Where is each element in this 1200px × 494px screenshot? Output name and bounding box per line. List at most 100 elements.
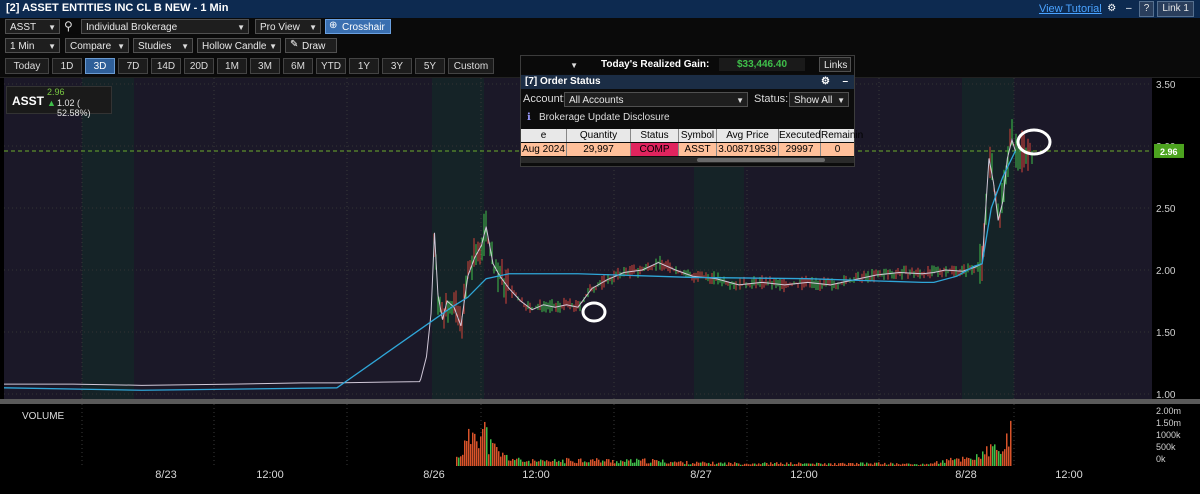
search-icon[interactable]: ⚲	[64, 19, 73, 33]
volume-bar	[580, 458, 582, 466]
range-tab-7d[interactable]: 7D	[118, 58, 148, 74]
range-tab-today[interactable]: Today	[5, 58, 49, 74]
volume-bar	[566, 457, 568, 466]
volume-bar	[488, 454, 490, 466]
settings-icon[interactable]: ⚙	[1105, 2, 1119, 16]
volume-bar	[486, 427, 488, 466]
interval-select[interactable]: 1 Min	[5, 38, 60, 54]
table-cell: 29997	[779, 143, 821, 156]
y-tick-label: 1.50	[1156, 328, 1176, 339]
quote-change: 1.02 ( 52.58%)	[57, 98, 91, 118]
range-tab-6m[interactable]: 6M	[283, 58, 313, 74]
col-header[interactable]: Remainin	[821, 129, 863, 142]
col-header[interactable]: Quantity	[567, 129, 631, 142]
range-tab-1m[interactable]: 1M	[217, 58, 247, 74]
settings-icon[interactable]: ⚙	[821, 75, 830, 89]
table-scrollbar[interactable]	[521, 157, 854, 163]
volume-bar	[978, 457, 980, 466]
account-select[interactable]: Individual Brokerage	[81, 19, 249, 35]
range-tab-1d[interactable]: 1D	[52, 58, 82, 74]
volume-chart[interactable]: 2.00m 1.50m 1000k 500k 0k	[4, 404, 1196, 466]
table-cell: 0	[821, 143, 854, 156]
minimize-icon[interactable]: –	[842, 75, 848, 89]
volume-bar	[478, 448, 480, 466]
window-title-bar: [2] ASSET ENTITIES INC CL B NEW - 1 Min …	[0, 0, 1200, 19]
x-tick-label: 8/27	[690, 469, 711, 481]
col-header[interactable]: Executed	[779, 129, 821, 142]
view-select[interactable]: Pro View	[255, 19, 321, 35]
volume-bar	[956, 458, 958, 466]
session-band	[349, 78, 432, 400]
col-header[interactable]: e	[521, 129, 567, 142]
volume-bar	[992, 446, 994, 466]
symbol-input[interactable]: ASST	[5, 19, 60, 35]
volume-bar	[652, 458, 654, 466]
table-cell: ASST	[679, 143, 717, 156]
scrollbar-thumb[interactable]	[697, 158, 825, 162]
volume-bar	[970, 458, 972, 466]
volume-bar	[946, 459, 948, 466]
volume-label: VOLUME	[22, 411, 65, 422]
volume-bar	[966, 457, 968, 466]
volume-bar	[1002, 451, 1004, 466]
window-title: [2] ASSET ENTITIES INC CL B NEW - 1 Min	[6, 2, 229, 14]
table-cell: Aug 2024	[521, 143, 567, 156]
volume-bar	[496, 447, 498, 466]
order-account-select[interactable]: All Accounts	[564, 92, 748, 108]
compare-select[interactable]: Compare	[65, 38, 129, 54]
realized-label: Today's Realized Gain:	[601, 59, 710, 70]
volume-bar	[642, 458, 644, 466]
volume-bar	[470, 444, 472, 466]
volume-bar	[630, 459, 632, 466]
volume-bar	[996, 449, 998, 466]
volume-bar	[998, 451, 1000, 466]
range-tab-1y[interactable]: 1Y	[349, 58, 379, 74]
range-tab-14d[interactable]: 14D	[151, 58, 181, 74]
volume-bar	[490, 439, 492, 466]
table-cell: 3.008719539	[717, 143, 779, 156]
range-tab-3y[interactable]: 3Y	[382, 58, 412, 74]
col-header[interactable]: Avg Price	[717, 129, 779, 142]
volume-bar	[1006, 433, 1008, 466]
volume-bar	[968, 457, 970, 466]
range-tab-custom[interactable]: Custom	[448, 58, 494, 74]
status-select[interactable]: Show All	[789, 92, 849, 108]
info-icon: ℹ	[527, 112, 531, 123]
x-tick-label: 8/26	[423, 469, 444, 481]
volume-bar	[984, 454, 986, 466]
range-tab-5y[interactable]: 5Y	[415, 58, 445, 74]
disclosure-link[interactable]: Brokerage Update Disclosure	[539, 112, 670, 123]
range-tab-20d[interactable]: 20D	[184, 58, 214, 74]
view-tutorial-link[interactable]: View Tutorial	[1039, 3, 1102, 15]
volume-bar	[498, 451, 500, 466]
y-tick-label: 2.00	[1156, 266, 1176, 277]
session-band	[1014, 78, 1152, 400]
range-tab-ytd[interactable]: YTD	[316, 58, 346, 74]
volume-bar	[492, 442, 494, 466]
volume-bar	[1010, 420, 1012, 466]
volume-bar	[958, 458, 960, 466]
minimize-icon[interactable]: –	[1122, 2, 1136, 16]
session-band	[134, 78, 216, 400]
link-button[interactable]: Link 1	[1157, 1, 1194, 17]
candle-type-select[interactable]: Hollow Candle	[197, 38, 281, 54]
volume-bar	[962, 456, 964, 466]
volume-bar	[636, 458, 638, 466]
volume-bar	[988, 456, 990, 466]
col-header[interactable]: Symbol	[679, 129, 717, 142]
studies-select[interactable]: Studies	[133, 38, 193, 54]
help-button[interactable]: ?	[1138, 1, 1155, 17]
x-tick-label: 8/28	[955, 469, 976, 481]
order-status-title: [7] Order Status ⚙ –	[521, 75, 854, 89]
volume-bar	[964, 459, 966, 466]
session-band	[432, 78, 484, 400]
range-tab-3m[interactable]: 3M	[250, 58, 280, 74]
volume-bar	[954, 459, 956, 466]
account-mini-select[interactable]	[523, 58, 581, 73]
status-label: Status:	[754, 93, 789, 105]
col-header[interactable]: Status	[631, 129, 679, 142]
table-row[interactable]: Aug 2024 29,997 COMP ASST 3.008719539 29…	[521, 143, 854, 156]
volume-bar	[626, 459, 628, 466]
range-tab-3d[interactable]: 3D	[85, 58, 115, 74]
links-button[interactable]: Links	[819, 57, 851, 72]
